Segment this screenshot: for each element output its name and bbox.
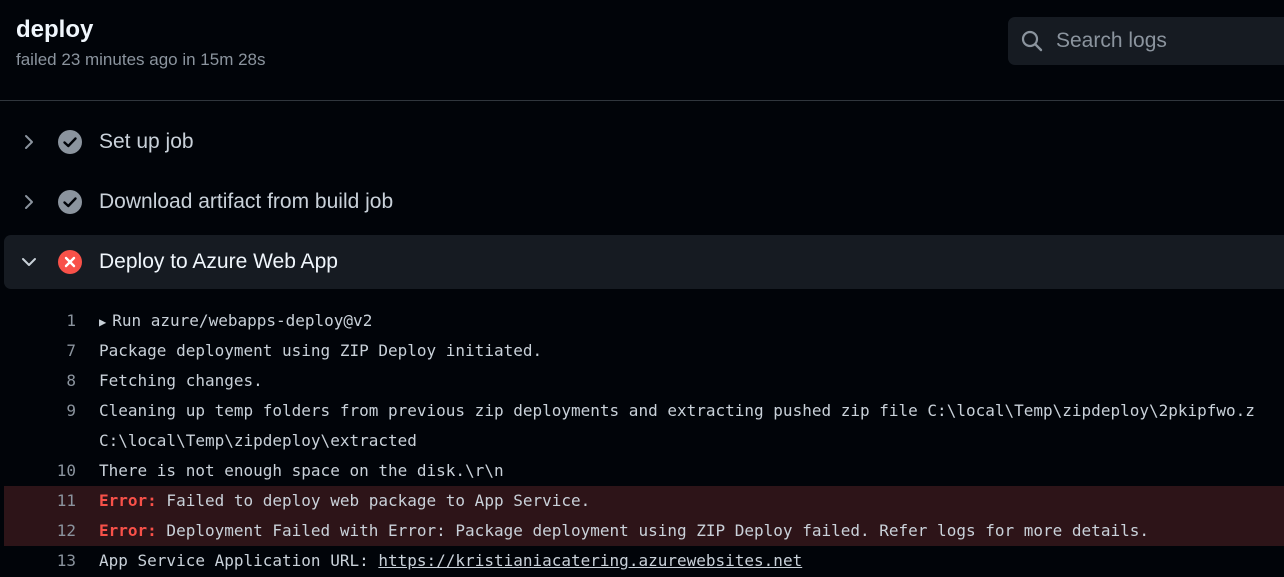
log-text: Run azure/webapps-deploy@v2 (112, 311, 373, 330)
log-line: 7 Package deployment using ZIP Deploy in… (0, 336, 1284, 366)
caret-right-icon[interactable]: ▶ (99, 315, 106, 329)
log-line: 10 There is not enough space on the disk… (0, 456, 1284, 486)
log-text: Cleaning up temp folders from previous z… (99, 401, 1255, 420)
log-line[interactable]: 1 ▶ Run azure/webapps-deploy@v2 (0, 306, 1284, 336)
search-logs-box[interactable] (1008, 17, 1284, 65)
chevron-down-icon[interactable] (19, 252, 39, 272)
log-line-text: Error: Failed to deploy web package to A… (99, 486, 590, 516)
chevron-right-icon[interactable] (19, 192, 39, 212)
log-line: 13 App Service Application URL: https://… (0, 546, 1284, 576)
check-circle-icon (58, 130, 82, 154)
line-number[interactable]: 10 (0, 456, 76, 486)
job-log-page: deploy failed 23 minutes ago in 15m 28s … (0, 0, 1284, 577)
log-text: Fetching changes. (99, 371, 263, 390)
step-label: Set up job (99, 130, 194, 153)
error-label: Error: (99, 521, 157, 540)
log-text: Package deployment using ZIP Deploy init… (99, 341, 543, 360)
search-logs-input[interactable] (1056, 25, 1284, 57)
step-deploy-to-azure[interactable]: Deploy to Azure Web App (4, 235, 1284, 289)
line-number[interactable]: 8 (0, 366, 76, 396)
log-text: Failed to deploy web package to App Serv… (156, 491, 591, 510)
log-line-wrap: C:\local\Temp\zipdeploy\extracted (0, 426, 1284, 456)
line-number[interactable]: 9 (0, 396, 76, 426)
check-circle-icon (58, 190, 82, 214)
log-line: 8 Fetching changes. (0, 366, 1284, 396)
log-output: 1 ▶ Run azure/webapps-deploy@v2 7 Package… (0, 306, 1284, 576)
job-title: deploy (16, 16, 94, 43)
log-line-text[interactable]: ▶ Run azure/webapps-deploy@v2 (99, 306, 372, 336)
log-line-text: App Service Application URL: https://kri… (99, 546, 802, 576)
job-header: deploy failed 23 minutes ago in 15m 28s (0, 0, 1284, 101)
log-text: Deployment Failed with Error: Package de… (156, 521, 1149, 540)
log-text: App Service Application URL: (99, 551, 379, 570)
log-line-error: 12 Error: Deployment Failed with Error: … (4, 516, 1284, 546)
x-circle-icon (58, 250, 82, 274)
log-text: There is not enough space on the disk.\r… (99, 461, 504, 480)
job-status-meta: failed 23 minutes ago in 15m 28s (16, 50, 266, 69)
line-number[interactable]: 13 (0, 546, 76, 576)
line-number[interactable]: 7 (0, 336, 76, 366)
app-service-url-link[interactable]: https://kristianiacatering.azurewebsites… (378, 551, 802, 570)
log-line: 9 Cleaning up temp folders from previous… (0, 396, 1284, 426)
error-label: Error: (99, 491, 157, 510)
chevron-right-icon[interactable] (19, 132, 39, 152)
step-set-up-job[interactable]: Set up job (4, 115, 1284, 169)
log-line-text: Error: Deployment Failed with Error: Pac… (99, 516, 1149, 546)
log-text: C:\local\Temp\zipdeploy\extracted (99, 431, 417, 450)
line-number[interactable]: 12 (4, 516, 76, 546)
step-label: Download artifact from build job (99, 190, 394, 213)
step-label: Deploy to Azure Web App (99, 250, 338, 273)
step-download-artifact[interactable]: Download artifact from build job (4, 175, 1284, 229)
line-number[interactable]: 1 (0, 306, 76, 336)
search-icon (1021, 30, 1043, 52)
line-number[interactable]: 11 (4, 486, 76, 516)
log-line-error: 11 Error: Failed to deploy web package t… (4, 486, 1284, 516)
